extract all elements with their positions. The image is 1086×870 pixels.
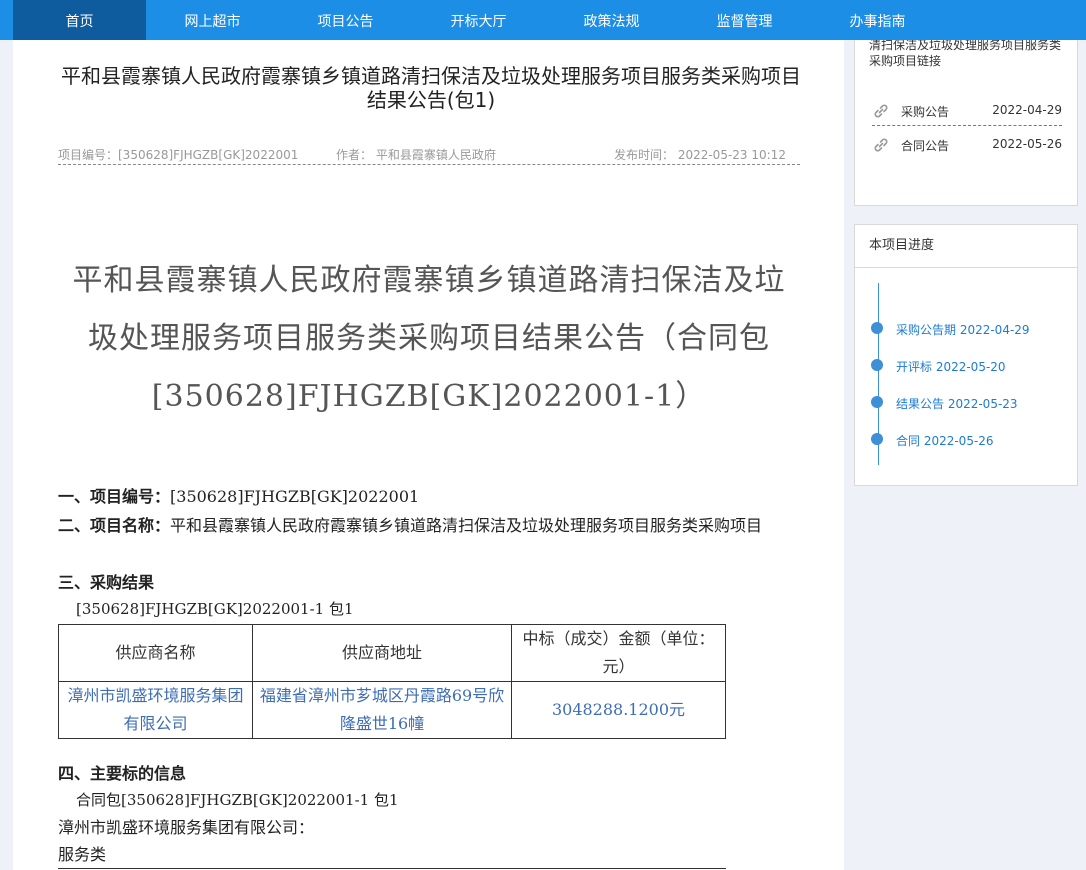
notice-heading: 平和县霞寨镇人民政府霞寨镇乡镇道路清扫保洁及垃圾处理服务项目服务类采购项目结果公…: [72, 263, 786, 414]
nav-guide[interactable]: 办事指南: [811, 0, 944, 40]
link-date: 2022-05-26: [992, 137, 1062, 151]
nav-home[interactable]: 首页: [13, 0, 146, 40]
timeline-dot-icon: [871, 396, 883, 408]
section-company: 漳州市凯盛环境服务集团有限公司：: [58, 818, 315, 837]
progress-title: 本项目进度: [855, 225, 1077, 268]
link-date: 2022-04-29: [992, 103, 1062, 117]
related-links-panel: 清扫保洁及垃圾处理服务项目服务类采购项目链接 采购公告 2022-04-29 合…: [854, 26, 1078, 206]
section-main-info: 四、主要标的信息: [58, 759, 803, 788]
nav-bid-hall[interactable]: 开标大厅: [412, 0, 545, 40]
nav-supervision[interactable]: 监督管理: [678, 0, 811, 40]
supplier-address: 福建省漳州市芗城区丹霞路69号欣隆盛世16幢: [252, 681, 512, 739]
supplier-name[interactable]: 漳州市凯盛环境服务集团有限公司: [58, 681, 253, 739]
section-label: 三、采购结果: [58, 573, 155, 592]
section-main-info-sub: 合同包[350628]FJHGZB[GK]2022001-1 包1: [76, 791, 399, 809]
meta-project-no: 项目编号：[350628]FJHGZB[GK]2022001: [58, 148, 299, 162]
section-project-name: 二、项目名称：平和县霞寨镇人民政府霞寨镇乡镇道路清扫保洁及垃圾处理服务项目服务类…: [58, 511, 803, 540]
article-title: 平和县霞寨镇人民政府霞寨镇乡镇道路清扫保洁及垃圾处理服务项目服务类采购项目结果公…: [61, 64, 801, 112]
meta-publish-time: 发布时间： 2022-05-23 10:12: [614, 148, 786, 162]
link-label: 采购公告: [901, 105, 950, 119]
section-project-no: 一、项目编号：[350628]FJHGZB[GK]2022001: [58, 482, 803, 511]
section-result: 三、采购结果: [58, 568, 803, 597]
section-label: 二、项目名称：: [58, 516, 171, 535]
timeline-dot-icon: [871, 359, 883, 371]
table-top-border: [58, 868, 726, 869]
section-result-sub: [350628]FJHGZB[GK]2022001-1 包1: [76, 600, 354, 618]
table-header: 供应商地址: [252, 624, 512, 682]
progress-label: 采购公告期 2022-04-29: [896, 323, 1030, 337]
progress-label: 开评标 2022-05-20: [896, 360, 1006, 374]
link-icon: [874, 138, 888, 152]
nav-online-market[interactable]: 网上超市: [146, 0, 279, 40]
link-procurement-notice[interactable]: 采购公告 2022-04-29: [872, 99, 1062, 126]
link-label: 合同公告: [901, 139, 950, 153]
link-contract-notice[interactable]: 合同公告 2022-05-26: [872, 133, 1062, 159]
progress-label: 合同 2022-05-26: [896, 434, 994, 448]
link-icon: [874, 104, 888, 118]
timeline-dot-icon: [871, 322, 883, 334]
section-type: 服务类: [58, 845, 107, 864]
section-value: [350628]FJHGZB[GK]2022001: [170, 487, 420, 506]
table-header: 中标（成交）金额（单位：元）: [511, 624, 726, 682]
nav-policy[interactable]: 政策法规: [545, 0, 678, 40]
section-value: 平和县霞寨镇人民政府霞寨镇乡镇道路清扫保洁及垃圾处理服务项目服务类采购项目: [170, 516, 763, 535]
section-label: 四、主要标的信息: [58, 764, 187, 783]
award-amount: 3048288.1200元: [511, 681, 726, 739]
table-row: 漳州市凯盛环境服务集团有限公司 福建省漳州市芗城区丹霞路69号欣隆盛世16幢 3…: [58, 681, 726, 739]
nav-project-notice[interactable]: 项目公告: [279, 0, 412, 40]
project-progress-panel: 本项目进度 采购公告期 2022-04-29 开评标 2022-05-20 结果…: [854, 224, 1078, 486]
result-table: 供应商名称 供应商地址 中标（成交）金额（单位：元） 漳州市凯盛环境服务集团有限…: [58, 624, 726, 739]
meta-author: 作者： 平和县霞寨镇人民政府: [336, 148, 496, 162]
table-header: 供应商名称: [58, 624, 253, 682]
section-label: 一、项目编号：: [58, 487, 171, 506]
article-meta: 项目编号：[350628]FJHGZB[GK]2022001 作者： 平和县霞寨…: [58, 144, 800, 165]
article-panel: 平和县霞寨镇人民政府霞寨镇乡镇道路清扫保洁及垃圾处理服务项目服务类采购项目结果公…: [13, 40, 844, 870]
links-title: 清扫保洁及垃圾处理服务项目服务类采购项目链接: [869, 38, 1062, 68]
progress-label: 结果公告 2022-05-23: [896, 397, 1018, 411]
table-header-row: 供应商名称 供应商地址 中标（成交）金额（单位：元）: [58, 624, 726, 682]
timeline-dot-icon: [871, 433, 883, 445]
top-nav: 首页 网上超市 项目公告 开标大厅 政策法规 监督管理 办事指南: [0, 0, 1086, 40]
